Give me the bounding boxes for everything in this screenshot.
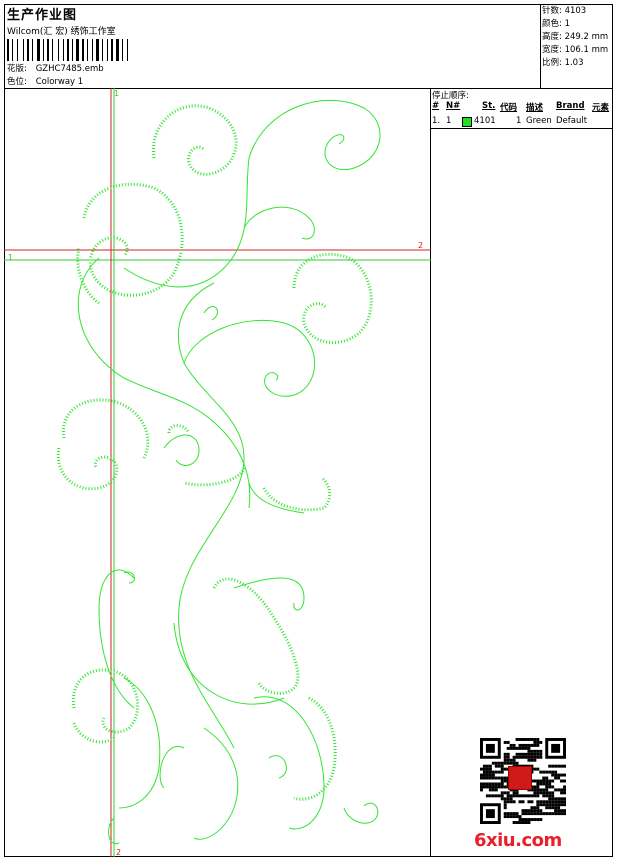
row-n: 1 (446, 116, 452, 126)
barcode-bar (122, 39, 123, 61)
barcode-bar (17, 39, 18, 61)
barcode-bar (7, 39, 9, 61)
barcode-bar (67, 39, 69, 61)
col-brand: Brand (556, 101, 585, 111)
design-scale: 比例: 1.03 (542, 58, 584, 68)
barcode-bar (72, 39, 73, 61)
col-n: N# (446, 101, 461, 111)
row-index: 1. (432, 116, 441, 126)
barcode-bar (12, 39, 13, 61)
col-index: # (432, 101, 440, 111)
row-divider (430, 128, 613, 129)
barcode-bar (27, 39, 29, 61)
color-count: 颜色: 1 (542, 19, 570, 29)
barcode-bar (52, 39, 53, 61)
guide-bottom-label: 2 (116, 848, 121, 857)
barcode-bar (92, 39, 93, 61)
stop-table-header: # N# St. 代码 描述 Brand 元素 (430, 101, 613, 115)
colorway: 色位: Colorway 1 (7, 75, 83, 87)
barcode-bar (82, 39, 84, 61)
guide-left-label: 1 (8, 253, 13, 262)
colorway-label: 色位: (7, 77, 27, 87)
design-file: 花版: GZHC7485.emb (7, 62, 104, 74)
stitch-count: 针数: 4103 (542, 6, 587, 16)
embroidery-satin-fills (56, 104, 373, 801)
design-width: 宽度: 106.1 mm (542, 45, 609, 55)
barcode-bar (37, 39, 40, 61)
col-code: 代码 (500, 103, 518, 113)
colorway-value: Colorway 1 (35, 77, 84, 87)
barcode-bar (87, 39, 88, 61)
embroidery-preview: 1 1 2 2 (4, 88, 431, 857)
embroidery-outlines (77, 99, 381, 845)
row-st: 1 (516, 116, 522, 126)
barcode-bar (63, 39, 64, 61)
stop-sequence-title: 停止顺序: (432, 91, 469, 101)
row-code: 4101 (474, 116, 496, 126)
row-brand: Default (556, 116, 588, 126)
color-swatch (462, 117, 472, 127)
design-height: 高度: 249.2 mm (542, 32, 609, 42)
barcode-bar (32, 39, 33, 61)
barcode-bar (116, 39, 119, 61)
barcode-bar (111, 39, 113, 61)
barcode-bar (76, 39, 79, 61)
col-desc: 描述 (526, 103, 544, 113)
page-title: 生产作业图 (7, 8, 78, 23)
barcode-bar (107, 39, 108, 61)
design-label: 花版: (7, 64, 27, 74)
watermark: 6xiu.com (474, 830, 562, 851)
col-element: 元素 (592, 103, 610, 113)
design-canvas: 1 1 2 2 (4, 88, 431, 857)
guide-right-label: 2 (418, 241, 423, 250)
barcode-bar (47, 39, 49, 61)
header-block: 生产作业图 Wilcom(汇 宏) 绣饰工作室 花版: GZHC7485.emb… (4, 4, 541, 89)
table-row: 1. 1 4101 1 Green Default (430, 116, 613, 128)
col-st: St. (482, 101, 496, 111)
seal-stamp (508, 766, 532, 790)
barcode-bar (127, 39, 128, 61)
barcode-bar (96, 39, 99, 61)
guide-top-label: 1 (114, 89, 119, 98)
barcode (7, 39, 155, 61)
barcode-bar (23, 39, 24, 61)
barcode-bar (102, 39, 103, 61)
barcode-bar (43, 39, 44, 61)
studio-name: Wilcom(汇 宏) 绣饰工作室 (7, 27, 116, 37)
stats-block: 针数: 4103 颜色: 1 高度: 249.2 mm 宽度: 106.1 mm… (540, 4, 613, 89)
design-value: GZHC7485.emb (35, 64, 104, 74)
row-desc: Green (526, 116, 552, 126)
barcode-bar (58, 39, 59, 61)
